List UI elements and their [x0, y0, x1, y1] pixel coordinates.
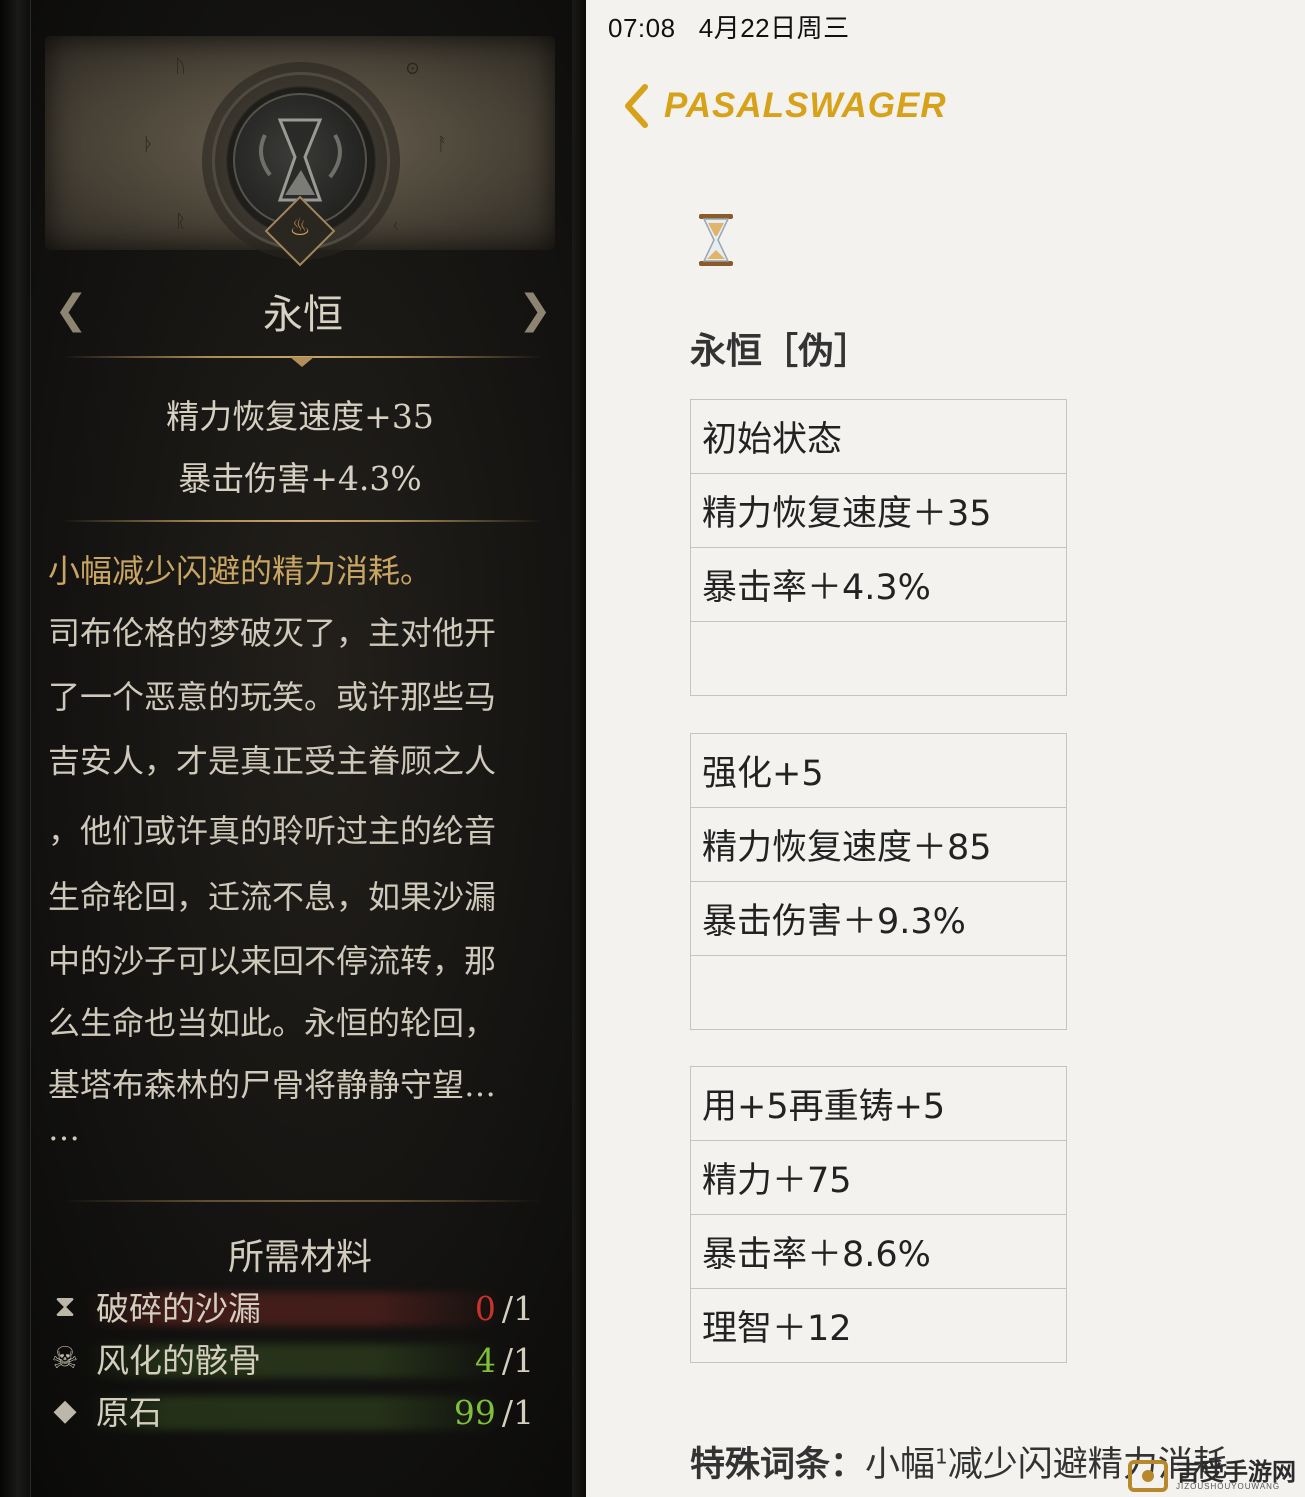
table-cell: 暴击率＋8.6%: [690, 1214, 1067, 1289]
material-need: /1: [501, 1289, 534, 1328]
note-title: 永恒［伪］: [690, 331, 871, 372]
material-name: 风化的骸骨: [96, 1341, 261, 1380]
table-cell: 精力＋75: [690, 1140, 1067, 1215]
special-text-a: 小幅: [865, 1445, 936, 1485]
stats-divider: [62, 520, 542, 522]
special-label: 特殊词条：: [690, 1445, 866, 1485]
material-row: ☠ 风化的骸骨 4/1: [44, 1338, 544, 1384]
bone-pile-icon: ☠: [51, 1341, 79, 1376]
lore-line-1: 司布伦格的梦破灭了，主对他开: [48, 614, 497, 652]
materials-title: 所需材料: [227, 1237, 372, 1278]
hourglass-icon: [696, 212, 736, 268]
table-cell: 精力恢复速度＋85: [690, 807, 1067, 882]
game-item-card: ᚢ ⊙ ᚦ ᚨ ᚱ ᚲ ♨ ❮ 永恒 ❯ 精力恢复速度+35 暴击伤害+4.3%…: [0, 0, 586, 1497]
lore-line-2: 了一个恶意的玩笑。或许那些马: [48, 678, 497, 716]
ornament-right-icon: ❯: [518, 287, 552, 333]
material-have: 0: [474, 1289, 496, 1328]
material-name: 破碎的沙漏: [96, 1289, 261, 1328]
material-count: 99/1: [454, 1390, 534, 1436]
material-have: 4: [474, 1341, 496, 1380]
divider-gem: [290, 357, 314, 367]
chevron-left-icon: [625, 84, 648, 128]
material-row: ⧗ 破碎的沙漏 0/1: [44, 1286, 544, 1332]
item-title-band: ❮ 永恒 ❯: [50, 280, 556, 350]
upgrade-stats-table: 强化+5 精力恢复速度＋85 暴击伤害＋9.3%: [690, 733, 1067, 1030]
materials-divider: [62, 1200, 542, 1202]
watermark-logo-icon: [1128, 1460, 1168, 1492]
material-count: 0/1: [475, 1286, 534, 1332]
special-sup: 1: [935, 1444, 948, 1469]
left-frame-border: [0, 0, 31, 1497]
initial-stats-table: 初始状态 精力恢复速度＋35 暴击率＋4.3%: [690, 399, 1067, 696]
item-effect: 小幅减少闪避的精力消耗。: [48, 552, 433, 590]
lore-line-8: 基塔布森林的尸骨将静静守望…: [48, 1066, 497, 1104]
lore-line-3: 吉安人，才是真正受主眷顾之人: [48, 742, 497, 780]
table-cell: 强化+5: [690, 733, 1067, 808]
notes-view: 07:08 4月22日周三 PASALSWAGER 永恒［伪］ 初始状态 精力恢…: [586, 0, 1305, 1497]
status-bar: 07:08 4月22日周三: [608, 8, 850, 45]
raw-stone-icon: ◆: [53, 1393, 77, 1428]
back-button[interactable]: PASALSWAGER: [622, 78, 947, 134]
lore-line-6: 中的沙子可以来回不停流转，那: [48, 942, 497, 980]
watermark: 吉受手游网 JIZOUSHOUYOUWANG: [1124, 1452, 1305, 1497]
table-cell: 精力恢复速度＋35: [690, 473, 1067, 548]
item-stat-1: 精力恢复速度+35: [166, 397, 434, 436]
lore-line-5: 生命轮回，迁流不息，如果沙漏: [48, 878, 497, 916]
broken-hourglass-icon: ⧗: [54, 1289, 76, 1324]
table-cell: 理智＋12: [690, 1288, 1067, 1363]
table-cell: [690, 621, 1067, 696]
lore-line-4: ，他们或许真的聆听过主的纶音: [48, 812, 497, 850]
status-time: 07:08: [608, 13, 676, 43]
material-need: /1: [501, 1393, 534, 1432]
material-need: /1: [501, 1341, 534, 1380]
right-frame-border: [572, 0, 586, 1497]
reforge-stats-table: 用+5再重铸+5 精力＋75 暴击率＋8.6% 理智＋12: [690, 1066, 1067, 1363]
lore-line-7: 么生命也当如此。永恒的轮回，: [48, 1004, 497, 1042]
table-cell: 暴击伤害＋9.3%: [690, 881, 1067, 956]
lore-line-9: …: [48, 1110, 80, 1148]
table-cell: 初始状态: [690, 399, 1067, 474]
item-name: 永恒: [263, 292, 343, 338]
back-label: PASALSWAGER: [664, 86, 947, 125]
table-cell: 暴击率＋4.3%: [690, 547, 1067, 622]
material-count: 4/1: [475, 1338, 534, 1384]
table-cell: [690, 955, 1067, 1030]
flame-icon: ♨: [289, 213, 311, 241]
material-row: ◆ 原石 99/1: [44, 1390, 544, 1436]
material-name: 原石: [96, 1393, 162, 1432]
table-cell: 用+5再重铸+5: [690, 1066, 1067, 1141]
item-stat-2: 暴击伤害+4.3%: [178, 459, 422, 498]
status-date: 4月22日周三: [698, 13, 850, 43]
watermark-subtext: JIZOUSHOUYOUWANG: [1176, 1482, 1281, 1491]
material-have: 99: [453, 1393, 496, 1432]
